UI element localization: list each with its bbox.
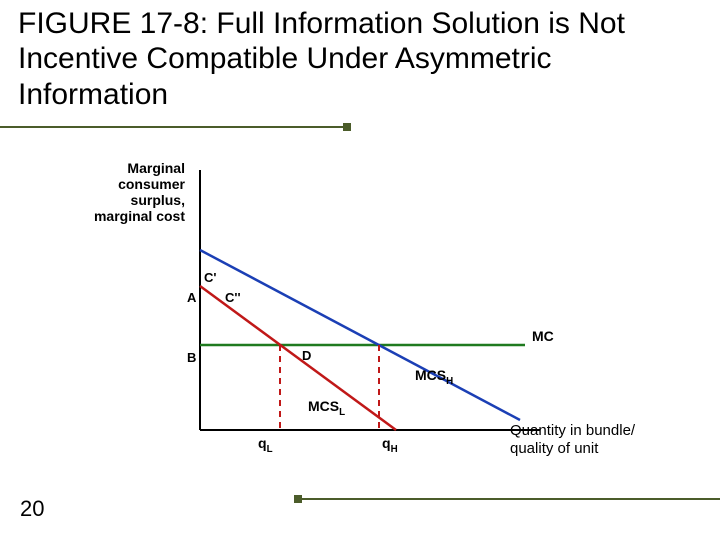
label-B: B: [187, 350, 196, 365]
tick-qL-sub: L: [267, 444, 273, 455]
label-MCS-L: MCSL: [308, 398, 345, 418]
title-underline-dot: [343, 123, 351, 131]
label-A: A: [187, 290, 196, 305]
label-MCS-H: MCSH: [415, 367, 453, 387]
label-D: D: [302, 348, 311, 363]
mcs-l-line: [200, 286, 396, 430]
label-MCS-L-sub: L: [339, 407, 345, 418]
label-MCS-H-text: MCS: [415, 367, 446, 383]
label-C-dprime: C'': [225, 290, 241, 305]
tick-qH-sub: H: [391, 444, 398, 455]
x-axis-label: Quantity in bundle/ quality of unit: [510, 422, 670, 458]
footer-line-dot: [294, 495, 302, 503]
chart-area: Marginal consumer surplus, marginal cost…: [80, 160, 640, 480]
label-C-prime: C': [204, 270, 216, 285]
mcs-h-line: [200, 250, 520, 420]
tick-qL-text: q: [258, 435, 267, 451]
figure-title: FIGURE 17-8: Full Information Solution i…: [18, 6, 658, 112]
label-MCS-H-sub: H: [446, 376, 453, 387]
tick-qL: qL: [258, 435, 273, 455]
tick-qH-text: q: [382, 435, 391, 451]
tick-qH: qH: [382, 435, 398, 455]
footer-line: [300, 498, 720, 500]
label-MC: MC: [532, 328, 554, 344]
title-underline: [0, 126, 345, 128]
label-MCS-L-text: MCS: [308, 398, 339, 414]
page-number: 20: [20, 496, 44, 522]
